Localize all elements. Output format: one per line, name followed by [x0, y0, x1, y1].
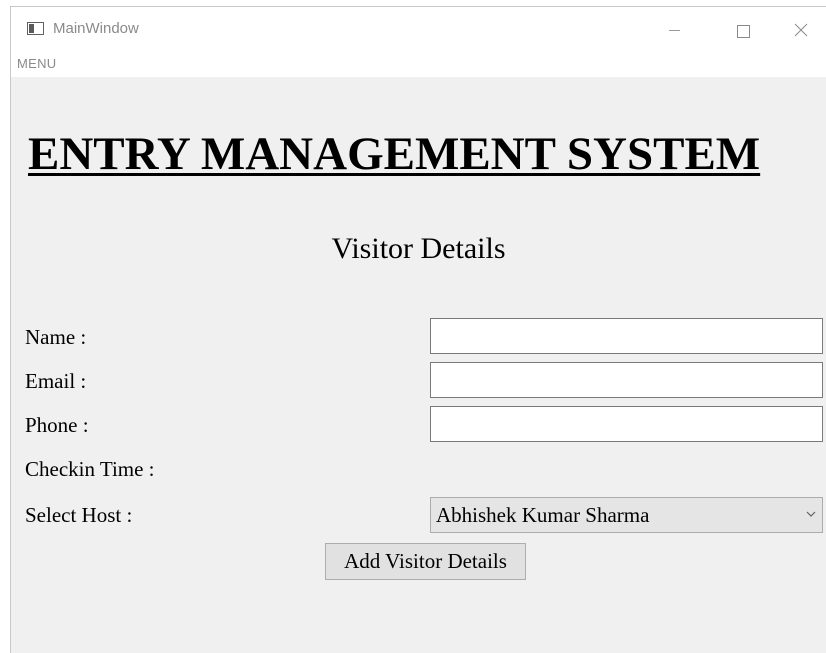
app-heading: ENTRY MANAGEMENT SYSTEM: [28, 128, 761, 180]
maximize-button[interactable]: [719, 15, 765, 45]
host-select-value: Abhishek Kumar Sharma: [436, 503, 650, 527]
chevron-down-icon: [806, 511, 816, 517]
window-title: MainWindow: [53, 20, 139, 37]
minimize-icon: [669, 30, 680, 31]
phone-label: Phone :: [25, 413, 89, 437]
close-button[interactable]: [779, 15, 825, 45]
title-bar[interactable]: MainWindow: [11, 7, 826, 51]
main-window: MainWindow MENU ENTRY MANAGEMENT SYSTEM …: [10, 6, 826, 653]
menu-item-menu[interactable]: MENU: [17, 56, 56, 71]
email-input[interactable]: [430, 362, 823, 398]
phone-input[interactable]: [430, 406, 823, 442]
checkin-time-label: Checkin Time :: [25, 457, 155, 481]
name-input[interactable]: [430, 318, 823, 354]
section-title: Visitor Details: [331, 232, 506, 265]
form-panel: ENTRY MANAGEMENT SYSTEM Visitor Details …: [11, 77, 826, 653]
host-label: Select Host :: [25, 503, 133, 527]
minimize-button[interactable]: [651, 15, 697, 45]
host-select[interactable]: Abhishek Kumar Sharma: [430, 497, 823, 533]
add-visitor-details-button[interactable]: Add Visitor Details: [325, 543, 526, 580]
email-label: Email :: [25, 369, 87, 393]
close-icon: [794, 23, 808, 37]
menu-bar: MENU: [11, 51, 826, 77]
maximize-icon: [737, 25, 750, 38]
app-window-icon: [27, 22, 44, 35]
name-label: Name :: [25, 325, 87, 349]
